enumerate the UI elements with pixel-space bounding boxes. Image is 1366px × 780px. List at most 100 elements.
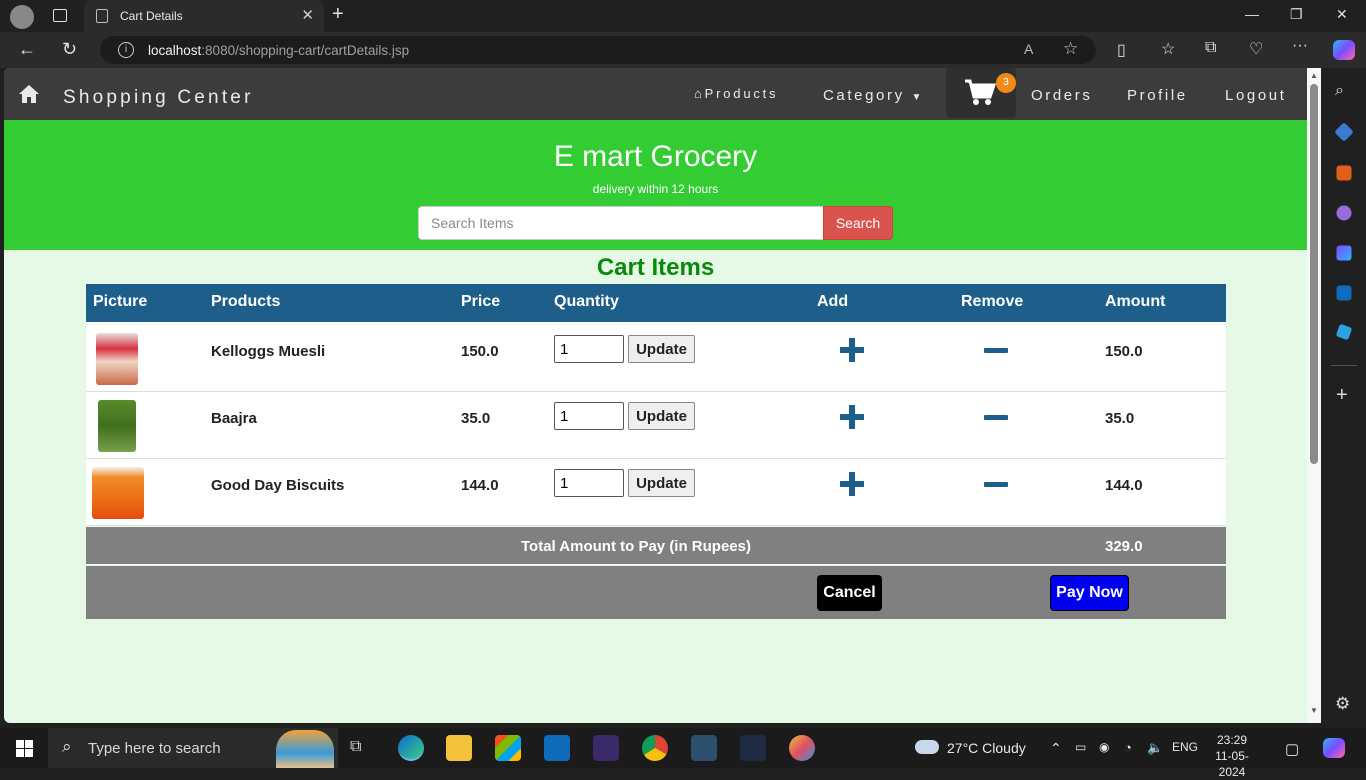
product-amount: 144.0: [1105, 477, 1143, 494]
product-image-muesli: [96, 333, 138, 385]
sidebar-search-icon[interactable]: ⌕: [1335, 82, 1344, 100]
scroll-up-icon[interactable]: ▲: [1310, 71, 1318, 80]
brand-title[interactable]: Shopping Center: [63, 87, 254, 109]
url-field[interactable]: i localhost:8080/shopping-cart/cartDetai…: [100, 36, 1096, 64]
language-indicator[interactable]: ENG: [1172, 740, 1198, 754]
store-icon[interactable]: [495, 735, 521, 761]
back-icon[interactable]: ←: [18, 39, 36, 60]
terminal-icon[interactable]: [740, 735, 766, 761]
update-button[interactable]: Update: [628, 335, 695, 363]
windows-start-icon[interactable]: [16, 740, 33, 757]
nav-logout[interactable]: Logout: [1225, 87, 1286, 104]
weather-text[interactable]: 27°C Cloudy: [947, 740, 1026, 756]
remove-icon[interactable]: [984, 348, 1008, 353]
add-icon[interactable]: [840, 338, 864, 362]
product-image-baajra: [98, 400, 136, 452]
sidebar-outlook-icon[interactable]: [1336, 285, 1352, 301]
tab-actions-icon[interactable]: [53, 9, 67, 22]
search-input[interactable]: [418, 206, 824, 240]
copilot-taskbar-icon[interactable]: [1323, 738, 1345, 758]
edge-app-icon[interactable]: [398, 735, 424, 761]
more-menu-icon[interactable]: ···: [1292, 37, 1308, 55]
col-price: Price: [461, 293, 501, 310]
new-tab-icon[interactable]: +: [332, 3, 344, 26]
home-icon[interactable]: [18, 84, 40, 104]
scrollbar-thumb[interactable]: [1310, 84, 1318, 464]
col-add: Add: [817, 293, 849, 310]
nav-orders[interactable]: Orders: [1031, 87, 1092, 104]
collections-icon[interactable]: ⧉: [1205, 39, 1216, 57]
minimize-icon[interactable]: —: [1245, 6, 1259, 22]
nav-category[interactable]: Category ▼: [823, 87, 924, 104]
total-amount: 329.0: [1105, 538, 1143, 555]
java-ide-icon[interactable]: [593, 735, 619, 761]
caret-down-icon: ▼: [911, 92, 924, 103]
remove-icon[interactable]: [984, 482, 1008, 487]
copilot-icon[interactable]: [1333, 40, 1355, 60]
taskbar-search-placeholder: Type here to search: [88, 740, 221, 757]
mail-icon[interactable]: [544, 735, 570, 761]
quantity-input[interactable]: [554, 335, 624, 363]
scroll-down-icon[interactable]: ▼: [1310, 706, 1318, 715]
file-explorer-icon[interactable]: [446, 735, 472, 761]
close-tab-icon[interactable]: ✕: [301, 6, 314, 24]
refresh-icon[interactable]: ↻: [62, 39, 77, 60]
search-button[interactable]: Search: [823, 206, 893, 240]
sidebar-settings-icon[interactable]: ⚙: [1335, 694, 1350, 714]
table-row: Baajra 35.0 Update 35.0: [86, 392, 1226, 459]
quantity-input[interactable]: [554, 469, 624, 497]
show-hidden-icons[interactable]: ⌃: [1050, 740, 1062, 757]
taskbar-search[interactable]: ⌕ Type here to search: [48, 728, 338, 768]
nav-profile[interactable]: Profile: [1127, 87, 1188, 104]
camera-icon[interactable]: ◉: [1099, 740, 1109, 754]
product-price: 35.0: [461, 410, 491, 427]
site-info-icon[interactable]: i: [118, 42, 134, 58]
cancel-button[interactable]: Cancel: [817, 575, 882, 611]
performance-icon[interactable]: ♡: [1249, 39, 1263, 59]
notification-icon[interactable]: ▢: [1285, 740, 1299, 758]
restore-icon[interactable]: ❐: [1290, 6, 1303, 23]
update-button[interactable]: Update: [628, 402, 695, 430]
add-icon[interactable]: [840, 472, 864, 496]
sidebar-copilot-icon[interactable]: [1336, 245, 1352, 261]
battery-icon[interactable]: ▭: [1075, 740, 1086, 754]
sidebar-games-icon[interactable]: [1336, 205, 1352, 221]
taskbar-search-icon: ⌕: [62, 737, 72, 756]
pay-now-button[interactable]: Pay Now: [1050, 575, 1129, 611]
tab-cart-details[interactable]: Cart Details ✕: [84, 0, 324, 32]
clock-date: 11-05-2024: [1215, 749, 1249, 779]
clock-time: 23:29: [1216, 733, 1248, 747]
sidebar-telegram-icon[interactable]: [1335, 323, 1353, 341]
add-icon[interactable]: [840, 405, 864, 429]
quantity-input[interactable]: [554, 402, 624, 430]
mysql-workbench-icon[interactable]: [691, 735, 717, 761]
split-screen-icon[interactable]: ▯: [1117, 40, 1126, 60]
volume-icon[interactable]: 🔈: [1147, 740, 1163, 756]
favorite-star-icon[interactable]: ☆: [1063, 39, 1078, 59]
system-clock[interactable]: 23:29 11-05-2024: [1208, 732, 1256, 780]
cart-icon: [965, 79, 996, 105]
store-subtitle: delivery within 12 hours: [592, 182, 719, 196]
weather-icon[interactable]: [915, 740, 939, 754]
read-aloud-icon[interactable]: A: [1024, 41, 1033, 57]
wifi-icon[interactable]: ◔: [1124, 740, 1132, 755]
chrome-icon[interactable]: [642, 735, 668, 761]
nav-cart[interactable]: 3: [946, 68, 1016, 118]
sidebar-shopping-icon[interactable]: [1334, 122, 1354, 142]
profile-avatar[interactable]: [10, 5, 34, 29]
page-scrollbar[interactable]: ▲ ▼: [1307, 68, 1321, 723]
paint-icon[interactable]: [789, 735, 815, 761]
sidebar-tools-icon[interactable]: [1336, 165, 1352, 181]
task-view-icon[interactable]: ⧉: [350, 738, 361, 756]
close-window-icon[interactable]: ✕: [1336, 6, 1348, 23]
product-price: 144.0: [461, 477, 499, 494]
update-button[interactable]: Update: [628, 469, 695, 497]
remove-icon[interactable]: [984, 415, 1008, 420]
cart-heading: Cart Items: [596, 254, 715, 281]
site-navbar: Shopping Center ⌂Products Category ▼ 3 O…: [4, 68, 1307, 120]
table-row: Good Day Biscuits 144.0 Update 144.0: [86, 459, 1226, 526]
store-title: E mart Grocery: [553, 140, 758, 173]
sidebar-add-icon[interactable]: +: [1336, 384, 1348, 407]
favorites-icon[interactable]: ☆: [1161, 39, 1175, 59]
nav-products[interactable]: ⌂Products: [694, 86, 778, 101]
